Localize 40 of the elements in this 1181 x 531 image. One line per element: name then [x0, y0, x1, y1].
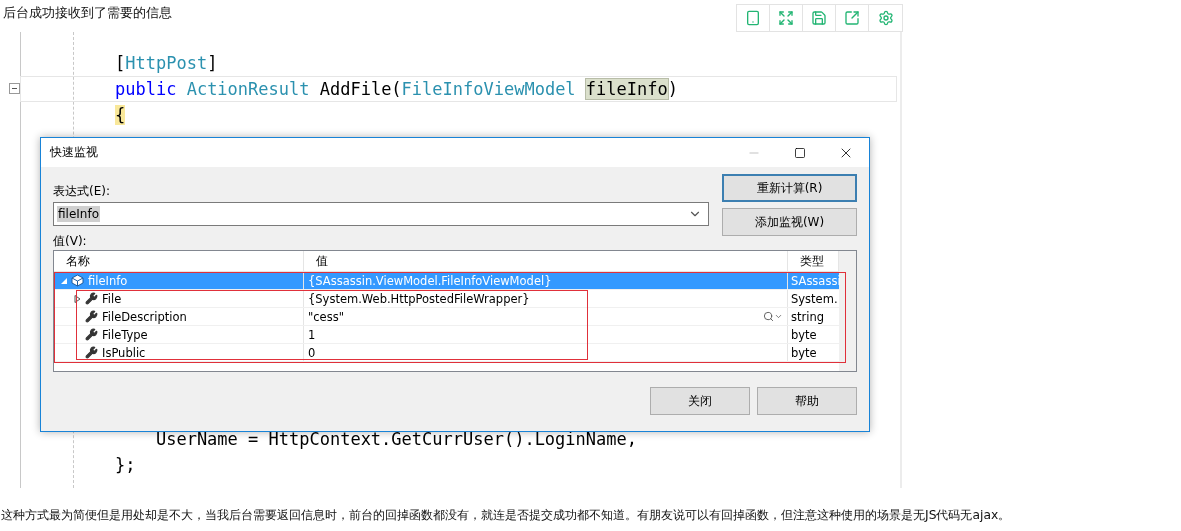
variable-type: System.	[791, 291, 838, 306]
object-icon	[71, 274, 84, 287]
column-header[interactable]: 值	[304, 251, 788, 271]
value-label: 值(V):	[53, 233, 88, 249]
dialog-button[interactable]: 关闭	[650, 387, 750, 415]
variable-name: FileType	[102, 327, 148, 342]
code-line: [HttpPost]	[115, 53, 218, 73]
dialog-title: 快速监视	[50, 144, 99, 161]
wrench-icon	[85, 310, 98, 323]
variable-value: "cess"	[308, 309, 344, 324]
heading-text: 后台成功接收到了需要的信息	[3, 4, 172, 22]
variable-type: byte	[791, 345, 817, 360]
wrench-icon	[85, 328, 98, 341]
dialog-button[interactable]: 重新计算(R)	[722, 174, 857, 202]
variable-type: string	[791, 309, 824, 324]
body-paragraph: 这种方式最为简便但是用处却是不大，当我后台需要返回信息时，前台的回掉函数都没有，就连是否提交成功都不知道。有朋友说可以有回掉函数，但注意这种使用的场景是无JS代码无ajax。	[1, 507, 1012, 524]
expression-label: 表达式(E):	[53, 183, 111, 199]
expand-triangle-icon[interactable]	[74, 294, 81, 303]
collapse-triangle-icon[interactable]	[60, 276, 67, 285]
code-line: };	[115, 455, 136, 475]
dialog-button[interactable]: 添加监视(W)	[722, 208, 857, 236]
scrollbar[interactable]	[839, 251, 856, 371]
expression-field[interactable]: fileInfo	[53, 202, 709, 226]
text-visualizer-icon[interactable]	[763, 311, 783, 322]
code-line: public ActionResult AddFile(FileInfoViewModel fileInfo)	[115, 79, 678, 99]
variable-name: File	[102, 291, 122, 306]
variable-value: 0	[308, 345, 316, 360]
wrench-icon	[85, 292, 98, 305]
variable-value: 1	[308, 327, 316, 342]
wrench-icon	[85, 346, 98, 359]
column-header[interactable]: 名称	[54, 251, 304, 271]
variable-type: byte	[791, 327, 817, 342]
variable-name: fileInfo	[88, 273, 128, 288]
collapse-icon[interactable]	[9, 83, 20, 94]
variable-value: {System.Web.HttpPostedFileWrapper}	[308, 291, 530, 306]
code-line: UserName = HttpContext.GetCurrUser().LoginName,	[154, 429, 637, 449]
variable-name: IsPublic	[102, 345, 146, 360]
variable-name: FileDescription	[102, 309, 187, 324]
variable-value: {SAssassin.ViewModel.FileInfoViewModel}	[308, 273, 552, 288]
dialog-button[interactable]: 帮助	[757, 387, 857, 415]
